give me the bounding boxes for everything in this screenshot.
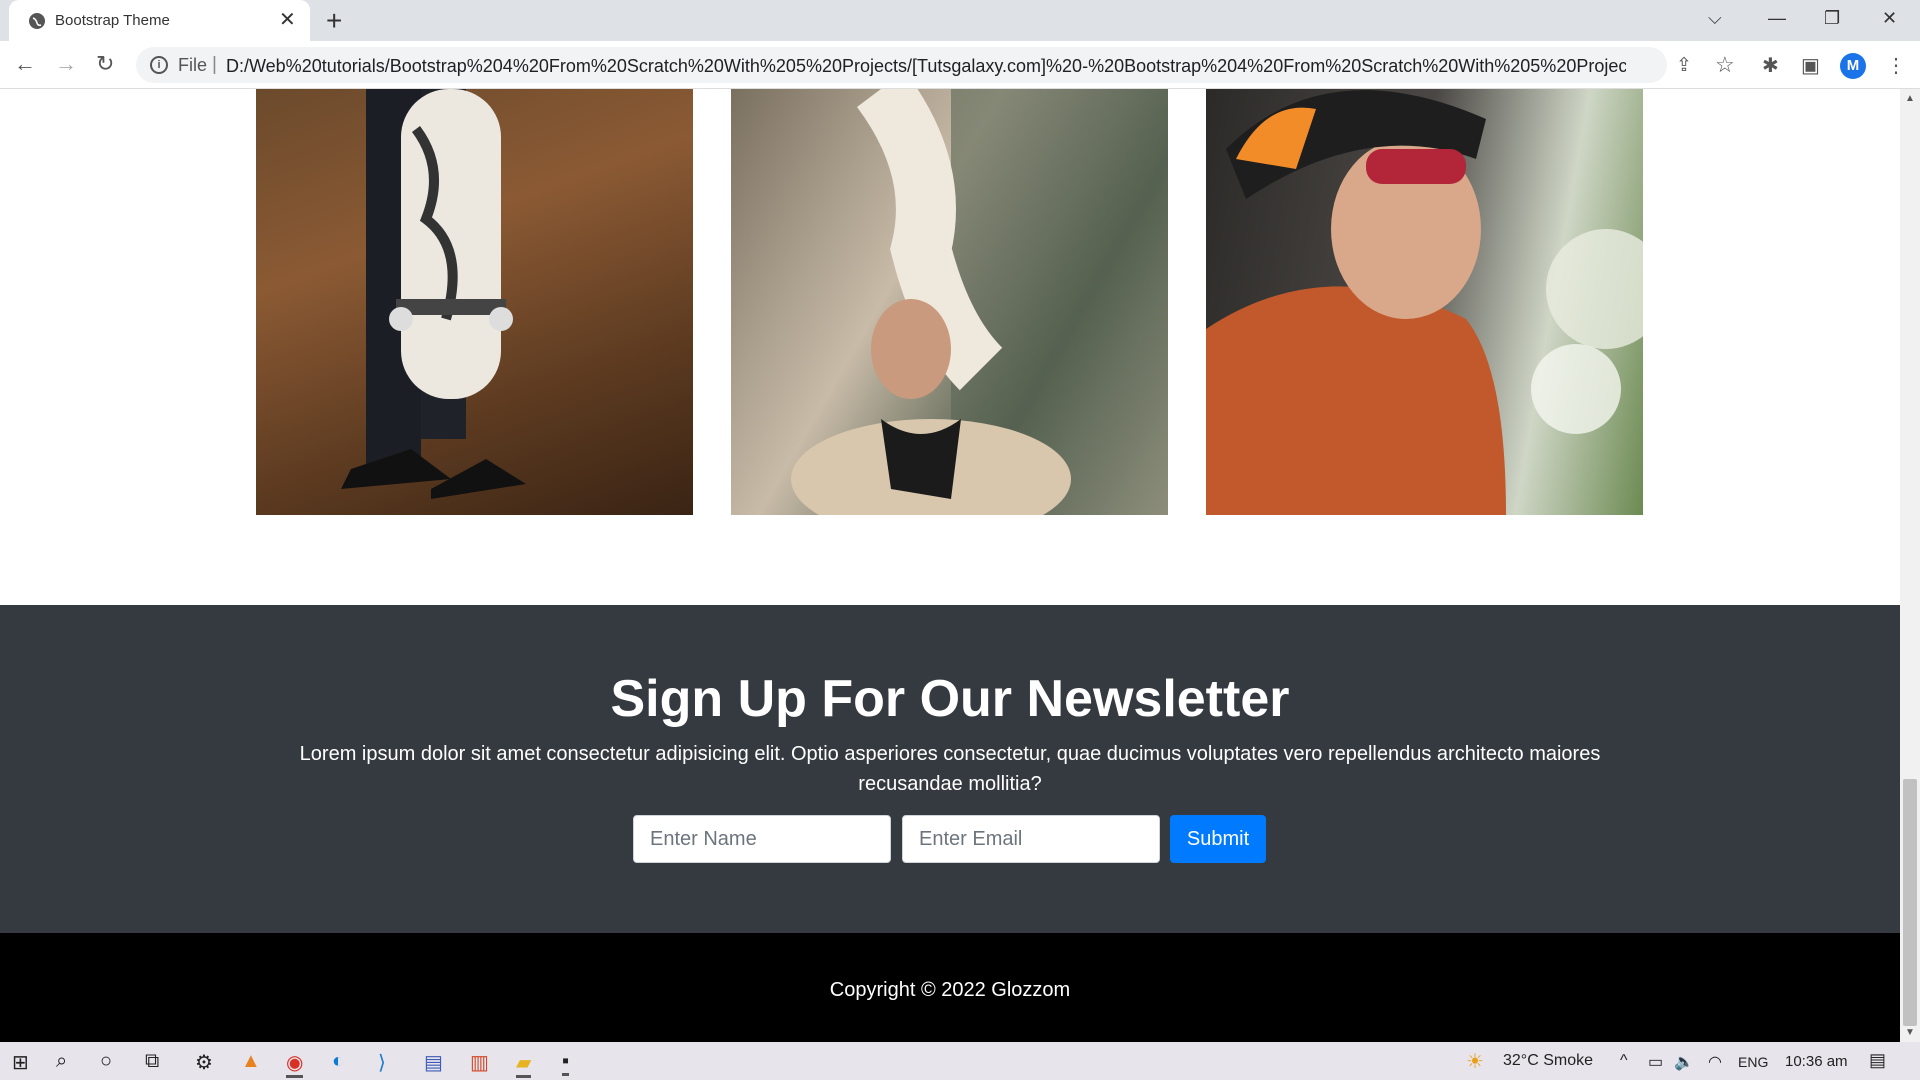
back-icon[interactable]: ←	[14, 52, 36, 76]
extensions-icon[interactable]: ✱	[1762, 53, 1779, 78]
browser-tab-strip: Bootstrap Theme ✕ + ⌵ — ❐ ✕	[0, 0, 1920, 41]
share-icon[interactable]: ⇪	[1676, 54, 1692, 77]
address-bar[interactable]: i File | D:/Web%20tutorials/Bootstrap%20…	[136, 47, 1735, 83]
volume-icon[interactable]: 🔈	[1674, 1052, 1694, 1072]
vscode-icon[interactable]: ⟩	[378, 1050, 386, 1075]
powerpoint-icon[interactable]: ▥	[470, 1050, 489, 1075]
weather-text[interactable]: 32°C Smoke	[1503, 1052, 1593, 1070]
vlc-icon[interactable]: ▲	[241, 1050, 261, 1073]
windows-taskbar: ⊞ ⌕ ○ ⧉ ⚙ ▲ ◉ ◐ ⟩ ▤ ▥ ▰ ▪ ☀ 32°C Smoke ^…	[0, 1042, 1920, 1080]
browser-tab[interactable]: Bootstrap Theme ✕	[9, 0, 310, 41]
close-window-icon[interactable]: ✕	[1882, 8, 1897, 29]
submit-button[interactable]: Submit	[1170, 815, 1266, 863]
name-input[interactable]	[633, 815, 891, 863]
browser-toolbar: ← → ↻ i File | D:/Web%20tutorials/Bootst…	[0, 41, 1920, 89]
task-view-icon[interactable]: ⧉	[145, 1050, 159, 1073]
reload-icon[interactable]: ↻	[96, 52, 114, 76]
close-tab-icon[interactable]: ✕	[279, 9, 296, 31]
language-indicator[interactable]: ENG	[1738, 1054, 1768, 1070]
gallery-image-lace-dress[interactable]	[731, 89, 1168, 515]
copyright-text: Copyright © 2022 Glozzom	[829, 979, 1071, 1001]
clock[interactable]: 10:36 am	[1785, 1053, 1848, 1070]
site-info-icon[interactable]: i	[150, 56, 168, 74]
page-viewport: Sign Up For Our Newsletter Lorem ipsum d…	[0, 89, 1900, 1042]
bookmark-star-icon[interactable]: ☆	[1715, 52, 1735, 78]
address-scheme: File	[178, 55, 208, 75]
terminal-icon[interactable]: ▪	[562, 1050, 570, 1076]
scroll-up-icon[interactable]: ▲	[1905, 93, 1915, 104]
email-input[interactable]	[902, 815, 1160, 863]
new-tab-button[interactable]: +	[326, 6, 342, 36]
wifi-icon[interactable]: ◠	[1708, 1052, 1722, 1072]
globe-icon	[29, 13, 45, 29]
chrome-icon[interactable]: ◉	[286, 1050, 304, 1078]
lace-dress-photo-illustration	[791, 89, 1168, 515]
gallery-image-skateboard[interactable]	[256, 89, 693, 515]
scroll-down-icon[interactable]: ▼	[1905, 1027, 1915, 1038]
newsletter-form: Submit	[633, 815, 1267, 863]
settings-gear-icon[interactable]: ⚙	[195, 1050, 213, 1075]
file-explorer-icon[interactable]: ▰	[516, 1050, 532, 1078]
newsletter-title: Sign Up For Our Newsletter	[610, 670, 1290, 728]
forward-icon[interactable]: →	[55, 52, 77, 76]
search-icon[interactable]: ⌕	[56, 1050, 67, 1073]
battery-icon[interactable]: ▭	[1648, 1052, 1663, 1072]
profile-avatar[interactable]: M	[1840, 53, 1866, 79]
cyclist-photo-illustration	[1206, 90, 1643, 515]
windows-start-icon[interactable]: ⊞	[12, 1050, 29, 1075]
tab-title: Bootstrap Theme	[55, 12, 170, 29]
cortana-icon[interactable]: ○	[100, 1050, 112, 1073]
minimize-icon[interactable]: —	[1768, 8, 1786, 29]
address-separator: |	[212, 54, 217, 75]
scrollbar-thumb[interactable]	[1903, 779, 1917, 1026]
tab-search-icon[interactable]: ⌵	[1708, 8, 1722, 29]
gallery-image-cyclist[interactable]	[1206, 89, 1643, 515]
side-panel-icon[interactable]: ▣	[1801, 53, 1820, 78]
page-footer: Copyright © 2022 Glozzom	[0, 933, 1900, 1042]
word-icon[interactable]: ▤	[424, 1050, 443, 1075]
address-url[interactable]: D:/Web%20tutorials/Bootstrap%204%20From%…	[226, 56, 1626, 77]
newsletter-description: Lorem ipsum dolor sit amet consectetur a…	[299, 743, 1601, 795]
edge-icon[interactable]: ◐	[332, 1050, 344, 1073]
show-hidden-icons-icon[interactable]: ^	[1620, 1052, 1628, 1070]
restore-icon[interactable]: ❐	[1824, 8, 1840, 29]
weather-icon: ☀	[1466, 1051, 1484, 1073]
notifications-icon[interactable]: ▤	[1869, 1050, 1886, 1071]
skateboard-photo-illustration	[341, 89, 526, 499]
menu-icon[interactable]: ⋮	[1886, 53, 1906, 78]
newsletter-section: Sign Up For Our Newsletter Lorem ipsum d…	[0, 605, 1900, 933]
page-scrollbar[interactable]: ▲ ▼	[1900, 89, 1920, 1042]
